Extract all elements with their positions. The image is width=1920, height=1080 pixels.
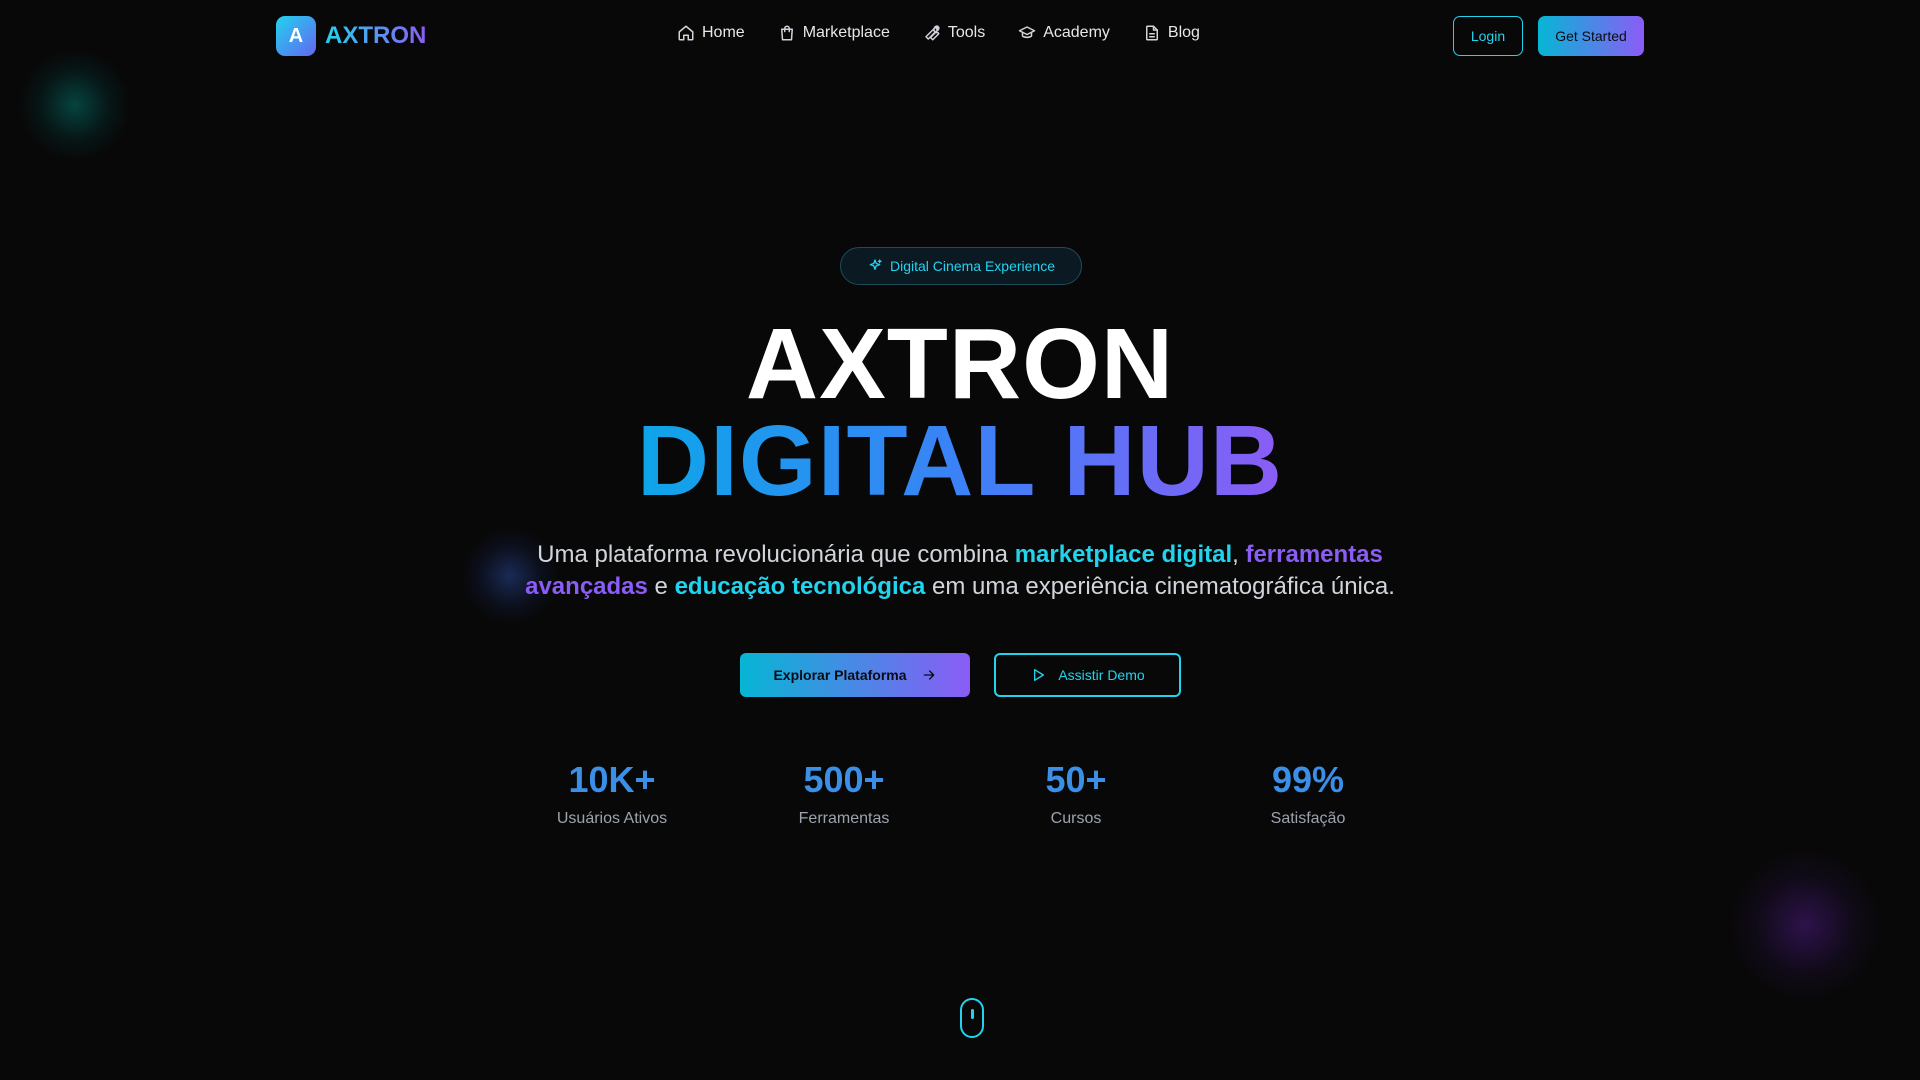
wrench-icon bbox=[925, 25, 940, 41]
hero-description: Uma plataforma revolucionária que combin… bbox=[500, 539, 1420, 603]
graduation-cap-icon bbox=[1018, 26, 1036, 39]
login-button[interactable]: Login bbox=[1453, 16, 1523, 56]
stat-value: 99% bbox=[1271, 759, 1345, 800]
arrow-right-icon bbox=[923, 670, 934, 680]
stat-item: 50+ Cursos bbox=[960, 758, 1192, 828]
nav-item-label: Tools bbox=[947, 24, 986, 41]
nav-item-tools[interactable]: Tools bbox=[923, 24, 985, 42]
stat-item: 500+ Ferramentas bbox=[728, 758, 960, 828]
hero-title: AXTRON bbox=[745, 308, 1175, 420]
shopping-bag-icon bbox=[780, 25, 793, 41]
scroll-wheel bbox=[971, 1009, 974, 1019]
nav-item-blog[interactable]: Blog bbox=[1143, 24, 1200, 42]
nav-item-marketplace[interactable]: Marketplace bbox=[778, 24, 890, 42]
nav-item-home[interactable]: Home bbox=[677, 24, 745, 42]
sparkles-icon bbox=[869, 259, 882, 270]
hero-subtitle: DIGITAL HUB bbox=[0, 411, 1920, 511]
nav-item-label: Academy bbox=[1043, 24, 1110, 41]
hero-subtitle-text: DIGITAL HUB bbox=[636, 405, 1284, 517]
nav-item-academy[interactable]: Academy bbox=[1018, 24, 1110, 42]
stat-value: 500+ bbox=[803, 759, 885, 800]
stat-label: Cursos bbox=[1050, 810, 1102, 827]
home-icon bbox=[678, 25, 694, 41]
stat-value: 50+ bbox=[1045, 759, 1107, 800]
stat-item: 99% Satisfação bbox=[1192, 758, 1424, 828]
stat-value: 10K+ bbox=[568, 759, 656, 800]
scroll-indicator-icon[interactable] bbox=[960, 998, 984, 1038]
logo-mark: A bbox=[276, 16, 316, 56]
badge-label: Digital Cinema Experience bbox=[890, 258, 1055, 274]
brand-name: AXTRON bbox=[325, 22, 427, 49]
stat-label: Satisfação bbox=[1270, 810, 1346, 827]
explore-platform-button[interactable]: Explorar Plataforma bbox=[740, 653, 970, 697]
stats-row: 10K+ Usuários Ativos 500+ Ferramentas 50… bbox=[496, 758, 1424, 828]
explore-platform-label: Explorar Plataforma bbox=[773, 667, 907, 683]
document-icon bbox=[1145, 25, 1158, 41]
top-navigation: A AXTRON Home Marketplace Tools Academy … bbox=[0, 0, 1920, 72]
nav-item-label: Blog bbox=[1167, 24, 1200, 41]
hero-badge: Digital Cinema Experience bbox=[840, 247, 1082, 285]
watch-demo-button[interactable]: Assistir Demo bbox=[994, 653, 1181, 697]
highlight-education: educação tecnológica bbox=[674, 573, 926, 600]
background-glow-purple bbox=[1730, 850, 1880, 1000]
brand-logo[interactable]: A AXTRON bbox=[276, 16, 426, 56]
stat-label: Usuários Ativos bbox=[556, 810, 668, 827]
watch-demo-label: Assistir Demo bbox=[1058, 667, 1145, 683]
nav-menu: Home Marketplace Tools Academy Blog bbox=[677, 24, 1200, 42]
stat-item: 10K+ Usuários Ativos bbox=[496, 758, 728, 828]
play-icon bbox=[1034, 669, 1045, 681]
description-text: e bbox=[647, 573, 675, 600]
description-text: em uma experiência cinematográfica única… bbox=[925, 573, 1395, 600]
get-started-button[interactable]: Get Started bbox=[1538, 16, 1644, 56]
description-text: Uma plataforma revolucionária que combin… bbox=[537, 541, 1015, 568]
stat-label: Ferramentas bbox=[798, 810, 890, 827]
highlight-marketplace: marketplace digital bbox=[1014, 541, 1233, 568]
nav-item-label: Home bbox=[702, 24, 745, 41]
description-text: , bbox=[1232, 541, 1246, 568]
nav-item-label: Marketplace bbox=[802, 24, 890, 41]
